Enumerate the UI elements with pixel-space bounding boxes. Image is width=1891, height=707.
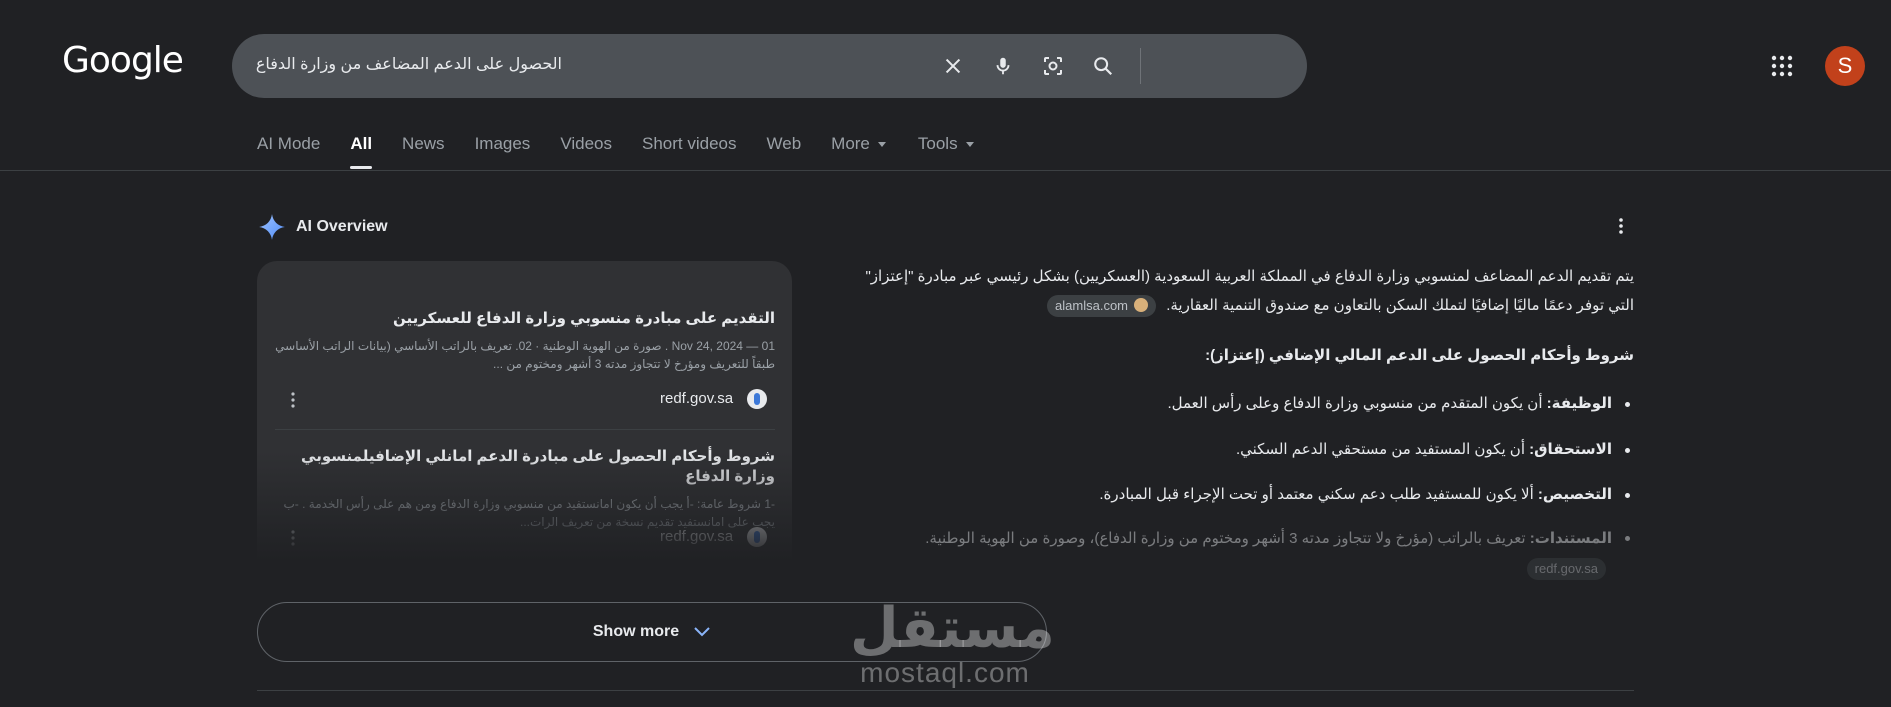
search-bar[interactable]: الحصول على الدعم المضاعف من وزارة الدفاع [232,34,1307,98]
lens-icon[interactable] [1037,50,1069,82]
search-icon[interactable] [1087,50,1119,82]
account-avatar[interactable]: S [1825,46,1865,86]
tab-all[interactable]: All [350,134,372,170]
source-site[interactable]: redf.gov.sa [660,528,733,545]
search-input[interactable]: الحصول على الدعم المضاعف من وزارة الدفاع [256,54,562,74]
tab-ai-mode[interactable]: AI Mode [257,134,320,170]
bullet-term: التخصيص: [1537,486,1612,503]
microphone-icon[interactable] [987,50,1019,82]
tab-news[interactable]: News [402,134,445,170]
citation-site: redf.gov.sa [1534,561,1598,577]
ai-overview-title: AI Overview [296,218,388,235]
redf-favicon-icon [747,527,767,547]
header-divider [0,170,1891,171]
source-site[interactable]: redf.gov.sa [660,390,733,407]
bullet-text: ألا يكون للمستفيد طلب دعم سكني معتمد أو … [1099,486,1538,503]
source-title[interactable]: شروط وأحكام الحصول على مبادرة الدعم امان… [275,447,775,487]
source-divider [275,429,775,430]
citation-site: alamlsa.com [1055,298,1129,314]
citation-chip[interactable]: alamlsa.com [1047,295,1157,318]
apps-grid-icon[interactable] [1770,54,1794,78]
list-item: الاستحقاق: أن يكون المستفيد من مستحقي ال… [840,436,1634,464]
source-cards-panel: التقديم على مبادرة منسوبي وزارة الدفاع ل… [257,261,792,561]
list-item: الوظيفة: أن يكون المتقدم من منسوبي وزارة… [840,390,1634,418]
tab-more-label: More [831,134,870,153]
bullet-text: تعريف بالراتب (مؤرخ ولا تتجاوز مدته 3 أش… [925,530,1530,547]
list-item: المستندات: تعريف بالراتب (مؤرخ ولا تتجاو… [840,524,1634,584]
clear-icon[interactable] [937,50,969,82]
more-options-icon[interactable] [290,391,296,409]
mostaql-watermark: مستقل mostaql.com [850,596,1055,688]
chevron-down-icon [965,142,974,148]
conditions-heading: شروط وأحكام الحصول على الدعم المالي الإض… [1205,347,1634,364]
bullet-term: الاستحقاق: [1529,441,1612,458]
source-card[interactable]: التقديم على مبادرة منسوبي وزارة الدفاع ل… [275,309,775,373]
tab-tools-label: Tools [917,134,958,153]
chevron-down-icon [694,627,710,637]
bullet-term: الوظيفة: [1546,395,1612,412]
show-more-label: Show more [592,623,680,640]
section-divider [257,690,1634,691]
more-options-icon[interactable] [1613,216,1629,236]
watermark-arabic: مستقل [850,596,1055,661]
sparkle-icon [259,214,285,240]
redf-favicon-icon [747,389,767,409]
bullet-term: المستندات: [1529,530,1612,547]
tab-more[interactable]: More [831,134,886,170]
source-title[interactable]: التقديم على مبادرة منسوبي وزارة الدفاع ل… [275,309,775,329]
search-tabs: AI Mode All News Images Videos Short vid… [257,134,1004,170]
source-card[interactable]: شروط وأحكام الحصول على مبادرة الدعم امان… [275,447,776,531]
source-snippet: 01 — Nov 24, 2024 . صورة من الهوية الوطن… [275,339,775,371]
search-divider [1140,48,1141,84]
list-item: التخصيص: ألا يكون للمستفيد طلب دعم سكني … [840,481,1634,509]
site-favicon-icon [1134,298,1149,313]
citation-chip[interactable]: redf.gov.sa [1526,558,1606,581]
watermark-latin: mostaql.com [860,657,1030,688]
ai-overview-header: AI Overview [258,213,388,241]
more-options-icon[interactable] [290,529,296,547]
intro-text: يتم تقديم الدعم المضاعف لمنسوبي وزارة ال… [865,268,1634,314]
google-logo[interactable]: Google [62,40,184,81]
tab-images[interactable]: Images [475,134,531,170]
bullet-text: أن يكون المتقدم من منسوبي وزارة الدفاع و… [1167,395,1547,412]
bullet-text: أن يكون المستفيد من مستحقي الدعم السكني. [1235,441,1530,458]
ai-answer-intro: يتم تقديم الدعم المضاعف لمنسوبي وزارة ال… [840,262,1634,320]
chevron-down-icon [877,142,886,148]
tab-short-videos[interactable]: Short videos [642,134,737,170]
tab-web[interactable]: Web [767,134,802,170]
source-snippet: -1 شروط عامة: -أ يجب أن يكون امانستفيد م… [283,497,776,529]
tab-tools[interactable]: Tools [918,134,974,170]
tab-videos[interactable]: Videos [560,134,612,170]
